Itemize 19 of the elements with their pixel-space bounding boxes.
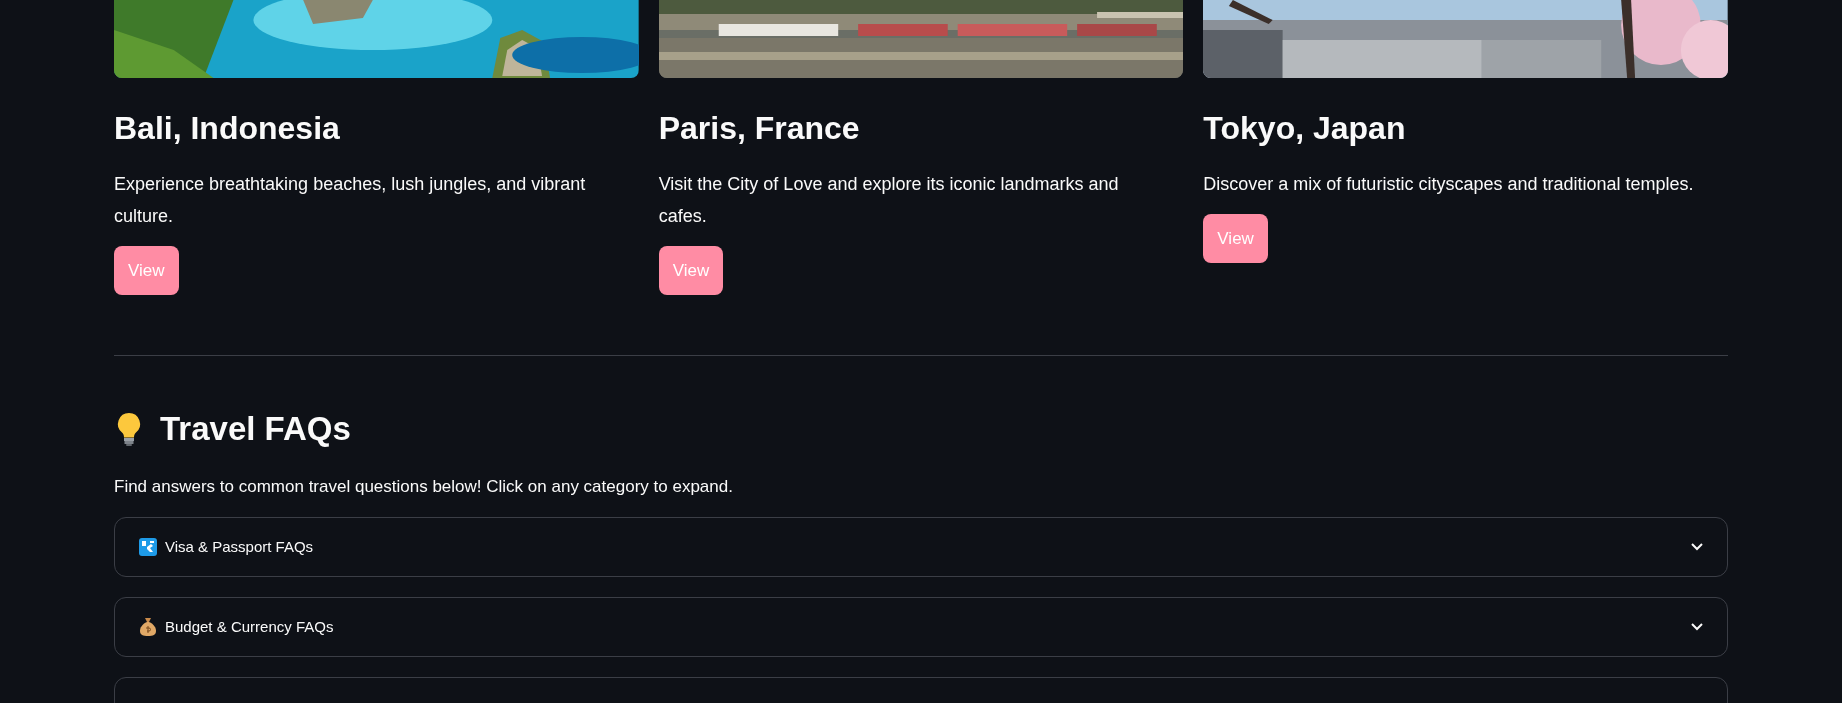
money-bag-icon (139, 617, 157, 637)
destination-title: Bali, Indonesia (114, 109, 341, 148)
expander-label: Budget & Currency FAQs (165, 616, 334, 637)
chevron-icon (1691, 623, 1703, 631)
passport-control-icon (139, 538, 157, 556)
destination-description: Visit the City of Love and explore its iconic landmarks and cafes. (658, 173, 1120, 228)
expander-label: Visa & Passport FAQs (165, 536, 314, 557)
view-button[interactable]: View (1203, 214, 1268, 263)
expander-panel[interactable]: Visa & Passport FAQs (114, 517, 1728, 577)
destination-title: Tokyo, Japan (1203, 109, 1407, 148)
section-heading: Travel FAQs (160, 409, 351, 449)
view-button[interactable]: View (658, 246, 724, 295)
destination-description: Discover a mix of futuristic cityscapes and traditional temples. (1203, 173, 1695, 196)
intro-text: Find answers to common travel questions below! Click on any category to expand. (114, 475, 734, 498)
destination-description: Experience breathtaking beaches, lush jungles, and vibrant culture. (114, 173, 587, 228)
chevron-icon (1691, 543, 1703, 551)
destination-title: Paris, France (658, 109, 861, 148)
expander-panel[interactable]: Budget & Currency FAQs (114, 597, 1728, 657)
view-button[interactable]: View (114, 246, 179, 295)
